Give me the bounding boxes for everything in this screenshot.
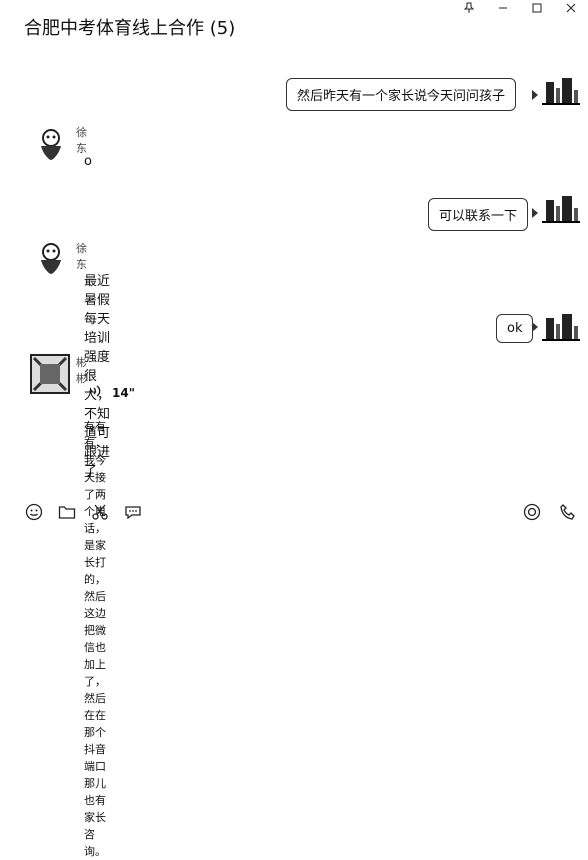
avatar[interactable] (542, 190, 580, 228)
avatar[interactable] (542, 72, 580, 110)
chat-bubble-icon[interactable] (123, 502, 143, 522)
bubble-tail (532, 90, 538, 100)
avatar[interactable] (542, 308, 580, 346)
bubble-tail (532, 208, 538, 218)
message-text[interactable]: o (84, 154, 92, 169)
message-text: 可以联系一下 (439, 209, 518, 224)
minimize-icon[interactable] (486, 0, 520, 16)
close-icon[interactable] (554, 0, 588, 16)
scissors-icon[interactable] (90, 502, 110, 522)
message-bubble[interactable]: ok (496, 314, 534, 343)
message-text: 然后昨天有一个家长说今天问问孩子 (297, 89, 506, 104)
sender-name: 徐东 (76, 242, 87, 271)
voice-duration: 14" (112, 385, 135, 400)
message-bubble[interactable]: 然后昨天有一个家长说今天问问孩子 (286, 78, 517, 111)
emoji-icon[interactable] (24, 502, 44, 522)
pin-icon[interactable] (452, 0, 486, 16)
sender-name: 徐东 (76, 126, 87, 155)
voice-wave-icon (88, 384, 102, 401)
chat-title: 合肥中考体育线上合作 (5) (24, 18, 236, 39)
message-text: ok (507, 321, 523, 336)
voice-message[interactable]: 14" (88, 384, 135, 401)
phone-icon[interactable] (558, 502, 578, 522)
sender-name: 彬彬 (76, 356, 87, 385)
message-bubble[interactable]: 可以联系一下 (428, 198, 529, 231)
avatar[interactable] (32, 126, 70, 164)
message-text[interactable]: 有有有，我今天接了两个电话，是家长打的， 然后这边把微信也加上了，然后在在那个抖… (84, 418, 106, 860)
window-controls (452, 0, 588, 16)
input-toolbar (24, 502, 143, 522)
maximize-icon[interactable] (520, 0, 554, 16)
input-toolbar-right (522, 502, 578, 522)
avatar[interactable] (32, 240, 70, 278)
avatar[interactable] (30, 354, 70, 394)
bubble-tail (532, 322, 538, 332)
live-icon[interactable] (522, 502, 542, 522)
folder-icon[interactable] (57, 502, 77, 522)
